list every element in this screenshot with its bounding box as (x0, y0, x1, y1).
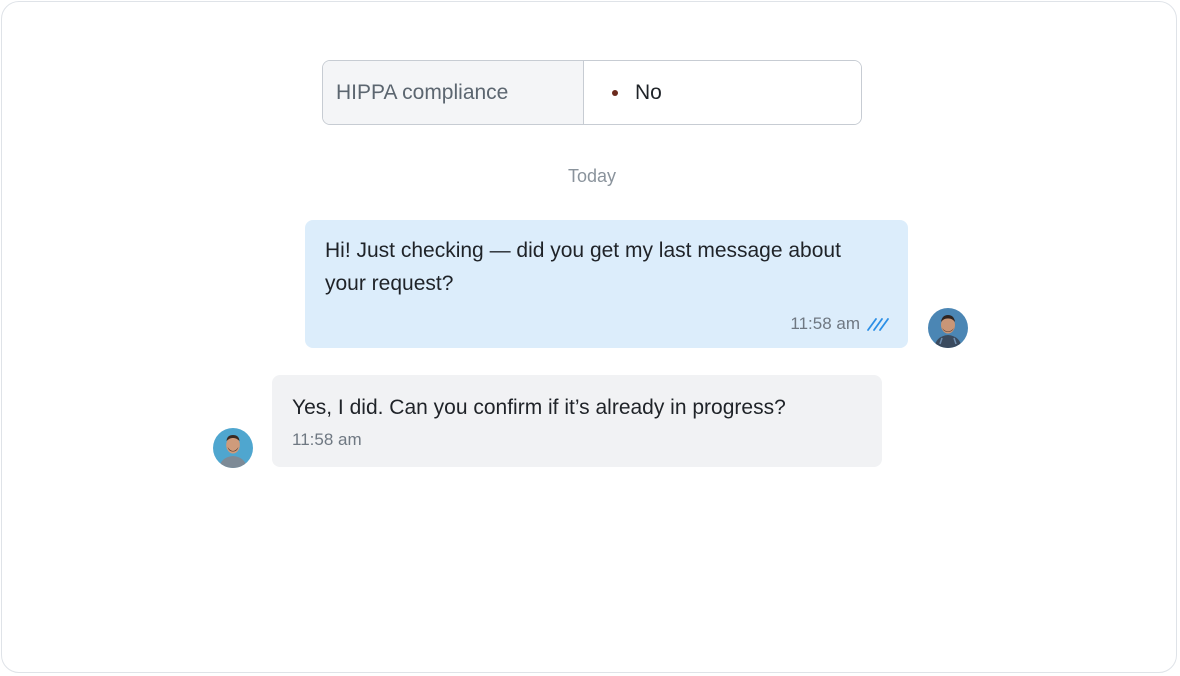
message-time: 11:58 am (790, 314, 860, 333)
message-time: 11:58 am (292, 430, 362, 449)
avatar[interactable] (928, 308, 968, 348)
field-label: HIPPA compliance (323, 61, 584, 124)
incoming-message[interactable]: Yes, I did. Can you confirm if it’s alre… (272, 375, 882, 467)
field-value: No (635, 80, 662, 104)
status-dot-icon (612, 89, 618, 96)
user-avatar-icon (213, 428, 253, 468)
message-text: Hi! Just checking — did you get my last … (325, 239, 841, 295)
hippa-compliance-field: HIPPA compliance No (322, 60, 862, 125)
user-avatar-icon (928, 308, 968, 348)
message-meta: 11:58 am (790, 314, 890, 334)
message-text: Yes, I did. Can you confirm if it’s alre… (292, 396, 786, 419)
avatar[interactable] (213, 428, 253, 468)
field-value-container: No (584, 61, 861, 124)
date-divider: Today (567, 166, 617, 186)
double-check-icon (867, 318, 889, 331)
outgoing-message[interactable]: Hi! Just checking — did you get my last … (305, 220, 908, 348)
